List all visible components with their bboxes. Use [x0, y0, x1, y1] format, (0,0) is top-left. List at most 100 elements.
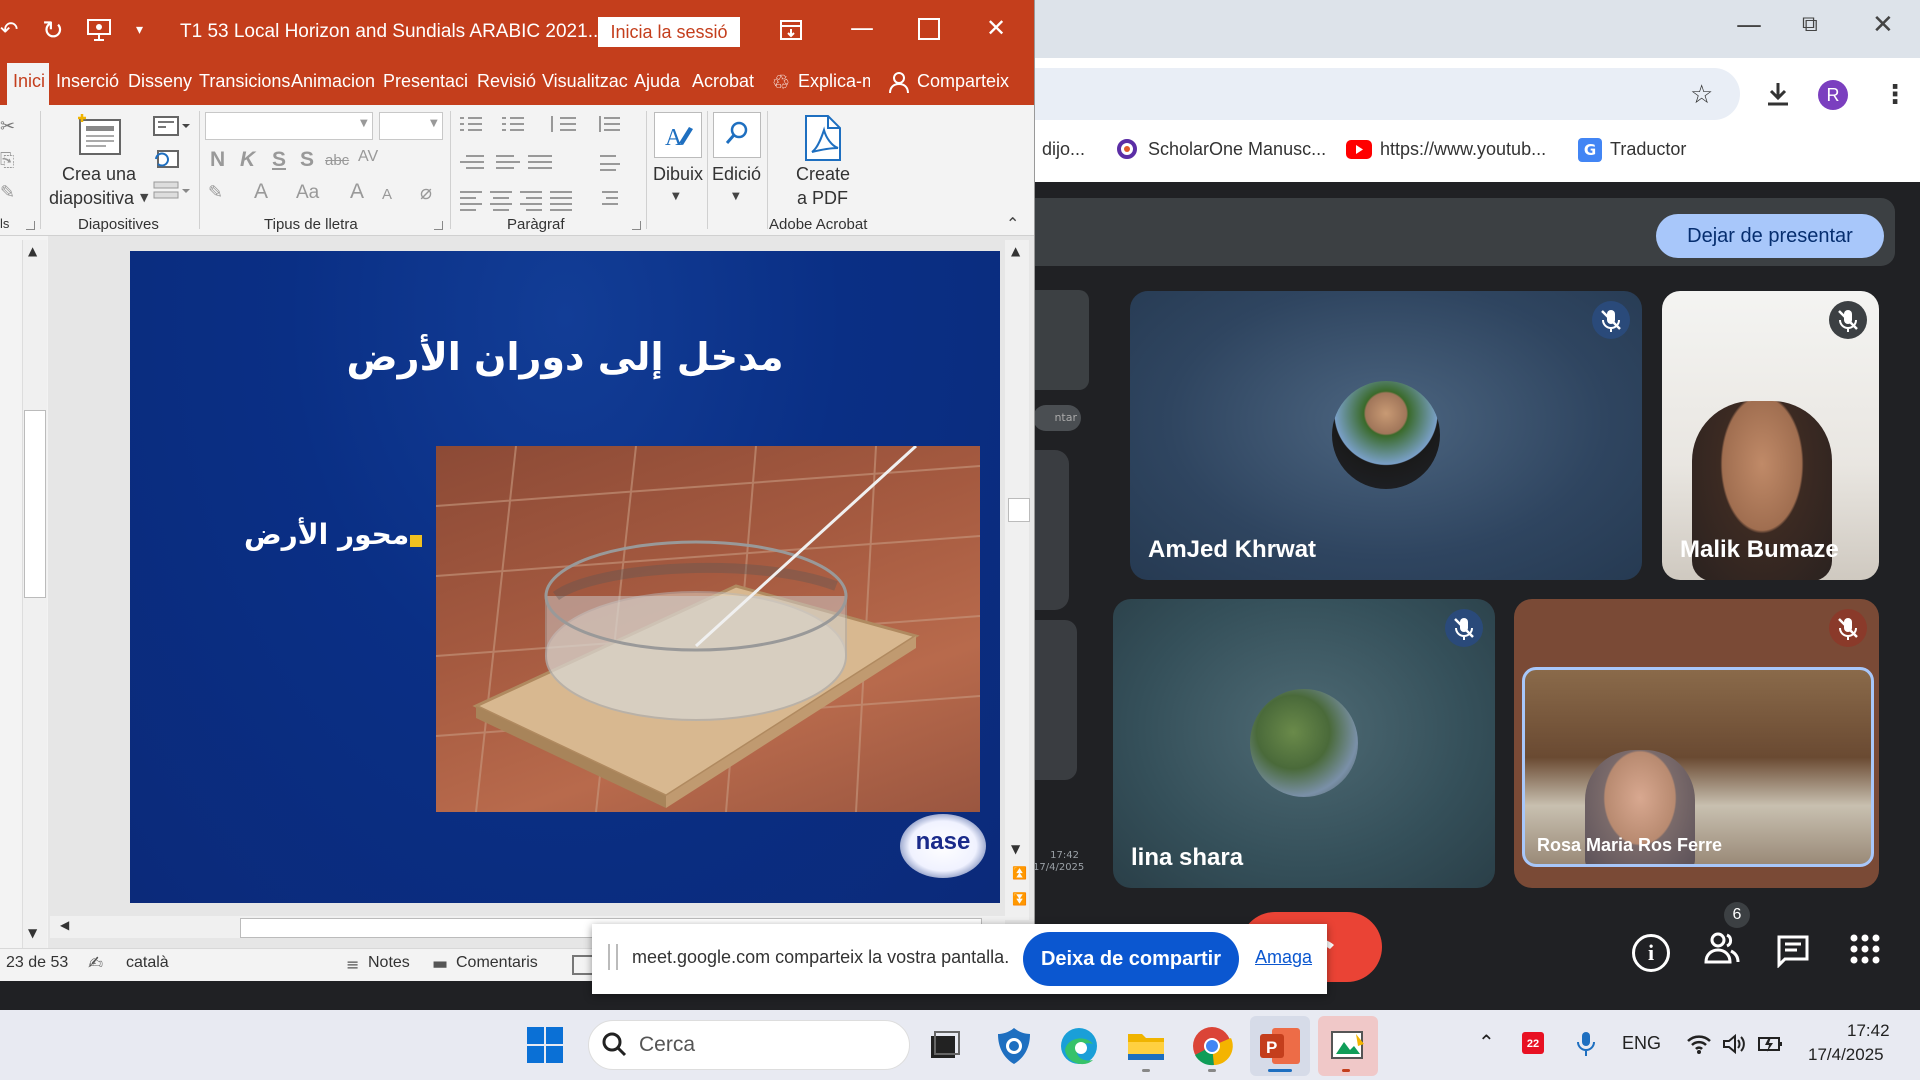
scroll-left-icon[interactable]: ◀ [60, 918, 69, 932]
app-icon[interactable] [1326, 1024, 1370, 1068]
address-bar[interactable] [1010, 68, 1740, 120]
download-icon[interactable] [1764, 80, 1792, 112]
section-icon[interactable] [152, 180, 190, 206]
undo-icon[interactable]: ↶ [0, 18, 18, 43]
participant-tile[interactable]: AmJed Khrwat [1130, 291, 1642, 580]
star-icon[interactable]: ☆ [1690, 80, 1713, 110]
draw-label[interactable]: Dibuix [653, 164, 703, 185]
change-case-button[interactable]: Aa [296, 182, 319, 204]
edge-icon[interactable] [1057, 1024, 1101, 1068]
tab-design[interactable]: Disseny [128, 71, 192, 92]
chevron-up-icon[interactable]: ⌃ [1478, 1030, 1495, 1054]
bookmark-item[interactable]: https://www.youtub... [1380, 139, 1546, 160]
taskbar-search-input[interactable] [588, 1020, 910, 1070]
bookmark-item[interactable]: ScholarOne Manusc... [1148, 139, 1326, 160]
sign-in-button[interactable]: Inicia la sessió [598, 17, 740, 47]
restore-icon[interactable]: ⧉ [1802, 12, 1818, 37]
tab-slideshow[interactable]: Presentacic [383, 71, 467, 92]
calendar-icon[interactable]: 22 [1522, 1032, 1544, 1054]
defender-icon[interactable] [992, 1024, 1036, 1068]
tab-view[interactable]: Visualitzac [542, 71, 628, 92]
search-icon[interactable] [713, 112, 761, 158]
tab-animations[interactable]: Animacion [291, 71, 375, 92]
windows-start-icon[interactable] [526, 1026, 564, 1068]
cut-icon[interactable]: ✂ [0, 116, 15, 137]
editing-label[interactable]: Edició [712, 164, 761, 185]
close-icon[interactable]: ✕ [986, 14, 1006, 42]
scroll-up-icon[interactable]: ▲ [28, 244, 37, 258]
new-slide-dropdown-icon[interactable]: ▼ [140, 191, 148, 204]
draw-icon[interactable]: A [654, 112, 702, 158]
italic-button[interactable]: K [240, 148, 255, 172]
tab-insert[interactable]: Inserció [56, 71, 119, 92]
tab-acrobat[interactable]: Acrobat [692, 71, 754, 92]
chrome-icon[interactable] [1190, 1024, 1234, 1068]
clock-time[interactable]: 17:42 [1847, 1021, 1890, 1041]
powerpoint-icon[interactable]: P [1258, 1024, 1302, 1068]
comments-button[interactable]: Comentaris [456, 954, 538, 972]
share-button[interactable]: Comparteix [917, 71, 1009, 92]
minimize-icon[interactable]: — [1736, 10, 1762, 40]
tell-me-search[interactable]: Explica-m [798, 71, 870, 92]
activities-icon[interactable] [1850, 934, 1880, 968]
create-pdf-label-1[interactable]: Create [796, 164, 850, 185]
close-icon[interactable]: ✕ [1872, 10, 1894, 40]
tab-home[interactable]: Inici [13, 71, 45, 92]
maximize-icon[interactable] [918, 18, 940, 40]
minimize-icon[interactable]: — [850, 14, 874, 42]
clock-date[interactable]: 17/4/2025 [1808, 1045, 1884, 1065]
scroll-up-icon[interactable]: ▲ [1011, 244, 1020, 258]
microphone-icon[interactable] [1576, 1030, 1596, 1062]
people-icon[interactable] [1703, 930, 1741, 970]
char-spacing-button[interactable]: AV [358, 148, 378, 166]
scroll-down-icon[interactable]: ▼ [1011, 842, 1020, 856]
font-color-button[interactable]: A [254, 180, 268, 204]
tab-review[interactable]: Revisió [477, 71, 536, 92]
new-slide-label-2[interactable]: diapositiva [49, 188, 134, 209]
layout-icon[interactable] [152, 115, 190, 141]
scrollbar-thumb[interactable] [1008, 498, 1030, 522]
file-explorer-icon[interactable] [1124, 1024, 1168, 1068]
task-view-icon[interactable] [923, 1024, 967, 1068]
previous-slide-icon[interactable]: ⏫ [1012, 866, 1027, 880]
paragraph-icons[interactable] [458, 114, 638, 218]
text-effects-icon[interactable]: ✎ [208, 182, 223, 203]
stop-sharing-button[interactable]: Deixa de compartir [1023, 932, 1239, 986]
tab-transitions[interactable]: Transicions [199, 71, 290, 92]
present-icon[interactable] [86, 18, 112, 46]
participant-tile[interactable]: Malik Bumaze [1662, 291, 1879, 580]
dialog-launcher-icon[interactable] [632, 221, 641, 230]
collapse-ribbon-icon[interactable]: ⌃ [1006, 214, 1019, 233]
create-pdf-label-2[interactable]: a PDF [797, 188, 848, 209]
dialog-launcher-icon[interactable] [434, 221, 443, 230]
participant-tile[interactable]: Rosa Maria Ros Ferre [1514, 599, 1879, 888]
shrink-font-button[interactable]: A [382, 186, 392, 203]
next-slide-icon[interactable]: ⏬ [1012, 892, 1027, 906]
info-icon[interactable]: i [1632, 934, 1670, 972]
strikethrough-button[interactable]: abc [325, 152, 349, 169]
bookmark-item[interactable]: Traductor [1610, 139, 1686, 160]
new-slide-label-1[interactable]: Crea una [62, 164, 136, 185]
notes-button[interactable]: Notes [368, 954, 410, 972]
reset-icon[interactable] [152, 147, 180, 173]
vertical-scrollbar[interactable] [1005, 240, 1029, 920]
dialog-launcher-icon[interactable] [26, 221, 35, 230]
menu-icon[interactable]: ⋮ [1882, 80, 1908, 110]
redo-icon[interactable]: ↻ [42, 16, 64, 46]
drag-handle-icon[interactable] [608, 944, 618, 970]
hide-link[interactable]: Amaga [1255, 947, 1312, 968]
font-family-select[interactable] [205, 112, 373, 140]
bookmark-item[interactable]: dijo... [1042, 139, 1085, 160]
language-indicator[interactable]: ENG [1622, 1033, 1661, 1054]
participant-tile[interactable]: lina shara [1113, 599, 1495, 888]
profile-avatar[interactable]: R [1818, 80, 1848, 110]
underline-button[interactable]: S [272, 148, 286, 172]
battery-icon[interactable] [1757, 1034, 1785, 1058]
slide-picture[interactable] [436, 446, 980, 812]
new-slide-icon[interactable] [74, 112, 124, 162]
wifi-icon[interactable] [1686, 1033, 1712, 1059]
customize-qat-icon[interactable]: ▾ [136, 22, 143, 38]
copy-icon[interactable]: ⎘ [0, 150, 14, 171]
shadow-button[interactable]: S [300, 148, 314, 172]
slide-bullet-text[interactable]: محور الأرض [244, 518, 409, 551]
